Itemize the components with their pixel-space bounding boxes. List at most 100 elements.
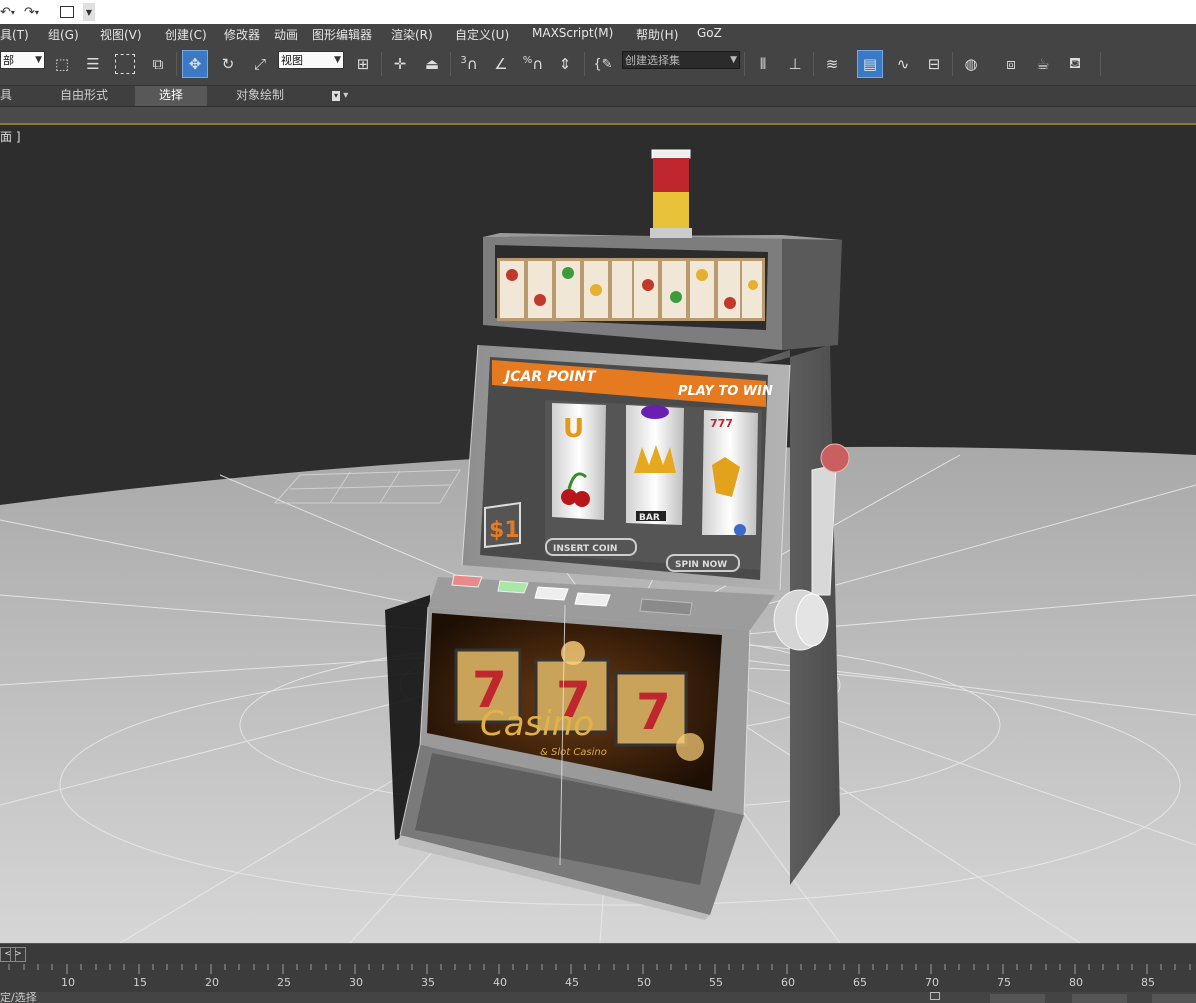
reel-2: BAR	[626, 405, 684, 525]
select-and-move-button[interactable]: ✥	[182, 50, 208, 78]
tab-object-paint[interactable]: 对象绘制	[236, 86, 284, 106]
edit-named-selection-button[interactable]: {✎	[590, 50, 616, 78]
select-and-scale-button[interactable]: ⤢	[247, 50, 273, 78]
track-bar[interactable]: 10 15 20 25 30 35 40 45 50 55 60 65 70 7…	[0, 964, 1196, 992]
mirror-button[interactable]: ⫴	[750, 50, 776, 78]
pivot-icon: ⊞	[356, 55, 370, 73]
casino-brand-text: Casino	[480, 704, 594, 744]
svg-text:SPIN NOW: SPIN NOW	[675, 560, 727, 570]
spinner-snap-button[interactable]: ⇕	[552, 50, 578, 78]
render-production-button[interactable]: ⛾	[1062, 50, 1088, 78]
teapot-frame-icon: ☕	[1036, 55, 1050, 73]
window-crossing-button[interactable]: ⧉	[145, 50, 171, 78]
snaps-toggle-button[interactable]: 3∩	[456, 50, 482, 78]
window-icon	[60, 6, 74, 18]
layer-manager-button[interactable]: ≋	[819, 50, 845, 78]
reference-coordinate-dropdown[interactable]: 视图 ▼	[278, 51, 344, 69]
status-bar: 定/选择	[0, 992, 1196, 1003]
pivot-center-button[interactable]: ⊞	[350, 50, 376, 78]
tick-label: 65	[853, 976, 867, 989]
menu-item-create[interactable]: 创建(C)	[165, 26, 207, 43]
coordinate-z-field[interactable]	[1152, 994, 1196, 1003]
quick-access-toolbar: ↶ ▾ ↷ ▾ ▼	[0, 0, 1196, 24]
named-selection-sets-dropdown[interactable]: 创建选择集 ▼	[622, 51, 740, 69]
time-slider[interactable]: < >	[0, 943, 1196, 964]
undo-icon: ↶	[0, 4, 11, 20]
menu-item-group[interactable]: 组(G)	[48, 26, 79, 43]
tick-label: 25	[277, 976, 291, 989]
coordinate-y-field[interactable]	[1072, 994, 1127, 1003]
abc-pencil-icon: {✎	[593, 56, 613, 72]
menu-item-animation[interactable]: 动画	[274, 26, 298, 43]
main-toolbar: 部 ▼ ⬚ ☰ ⧉ ✥ ↻ ⤢ 视图 ▼ ⊞ ✛ ⏏ 3∩ ∠ %∩ ⇕ {✎ 创建…	[0, 45, 1196, 86]
time-next-button[interactable]: >	[10, 947, 26, 962]
crossing-icon: ⧉	[152, 55, 164, 73]
spinner-snap-icon: ⇕	[558, 55, 572, 73]
move-icon: ✥	[188, 55, 202, 73]
tick-label: 30	[349, 976, 363, 989]
svg-text:$1: $1	[489, 518, 520, 543]
percent-snap-button[interactable]: %∩	[520, 50, 546, 78]
keyboard-icon: ⏏	[424, 55, 440, 73]
material-editor-button[interactable]: ◍	[958, 50, 984, 78]
beacon-light	[650, 149, 692, 238]
redo-button[interactable]: ↷ ▾	[24, 3, 39, 21]
angle-snap-icon: ∠	[494, 55, 508, 73]
spin-label: SPIN NOW	[666, 554, 740, 572]
selection-filter-value: 部	[3, 54, 14, 67]
reel-1: U	[552, 403, 606, 520]
svg-text:INSERT COIN: INSERT COIN	[553, 544, 617, 554]
menu-item-modifiers[interactable]: 修改器	[224, 26, 260, 43]
selection-filter-dropdown[interactable]: 部 ▼	[0, 51, 45, 69]
render-setup-button[interactable]: ⧈	[998, 50, 1024, 78]
schematic-icon: ⊟	[927, 55, 941, 73]
menu-item-customize[interactable]: 自定义(U)	[455, 26, 509, 43]
tick-label: 10	[61, 976, 75, 989]
select-manipulate-button[interactable]: ✛	[387, 50, 413, 78]
menu-item-help[interactable]: 帮助(H)	[636, 26, 678, 43]
menu-item-goz[interactable]: GoZ	[697, 26, 722, 40]
named-selection-placeholder: 创建选择集	[625, 54, 680, 67]
teapot-icon: ⛾	[1068, 54, 1082, 72]
undo-button[interactable]: ↶ ▾	[0, 3, 15, 21]
tab-modeling-tools[interactable]: 具	[0, 86, 12, 106]
select-object-button[interactable]: ⬚	[49, 50, 75, 78]
reel-bar-text: BAR	[639, 513, 660, 523]
viewport-label[interactable]: 面 ]	[0, 128, 21, 145]
schematic-view-button[interactable]: ⊟	[921, 50, 947, 78]
rectangular-region-button[interactable]	[112, 50, 138, 78]
menu-item-rendering[interactable]: 渲染(R)	[391, 26, 433, 43]
menu-item-graph-editors[interactable]: 图形编辑器	[312, 26, 372, 43]
crosshair-icon: ✛	[393, 55, 407, 73]
ribbon-tab-bar: 具 自由形式 选择 对象绘制 ▾ ▾	[0, 86, 1196, 107]
window-button[interactable]	[60, 3, 74, 21]
keyboard-shortcut-override-button[interactable]: ⏏	[419, 50, 445, 78]
angle-snap-button[interactable]: ∠	[488, 50, 514, 78]
tab-selection[interactable]: 选择	[135, 86, 208, 106]
select-by-name-button[interactable]: ☰	[80, 50, 106, 78]
mirror-icon: ⫴	[759, 55, 767, 73]
menu-item-tools[interactable]: 具(T)	[0, 26, 29, 43]
align-button[interactable]: ⊥	[782, 50, 808, 78]
ribbon-options-button[interactable]: ▾ ▾	[332, 86, 348, 106]
coordinate-x-field[interactable]	[990, 994, 1045, 1003]
scene-explorer-button[interactable]: ▤	[857, 50, 883, 78]
rendered-frame-window-button[interactable]: ☕	[1030, 50, 1056, 78]
tick-label: 55	[709, 976, 723, 989]
reel-jackpot-text: 777	[710, 417, 733, 430]
tick-label: 75	[997, 976, 1011, 989]
menu-item-maxscript[interactable]: MAXScript(M)	[532, 26, 613, 40]
dashed-rectangle-icon	[115, 54, 135, 74]
menu-bar: 具(T) 组(G) 视图(V) 创建(C) 修改器 动画 图形编辑器 渲染(R)…	[0, 24, 1196, 46]
customize-dropdown-button[interactable]: ▼	[83, 3, 95, 21]
tab-freeform[interactable]: 自由形式	[60, 86, 108, 106]
select-and-rotate-button[interactable]: ↻	[215, 50, 241, 78]
status-text: 定/选择	[0, 992, 37, 1003]
tick-label: 70	[925, 976, 939, 989]
chevron-down-icon: ▼	[334, 55, 341, 65]
perspective-viewport[interactable]: JCAR POINT PLAY TO WIN U BAR 777 $1 INSE…	[0, 125, 1196, 943]
align-icon: ⊥	[788, 55, 802, 73]
menu-item-views[interactable]: 视图(V)	[100, 26, 142, 43]
curve-editor-button[interactable]: ∿	[890, 50, 916, 78]
lock-icon[interactable]	[930, 992, 940, 1000]
